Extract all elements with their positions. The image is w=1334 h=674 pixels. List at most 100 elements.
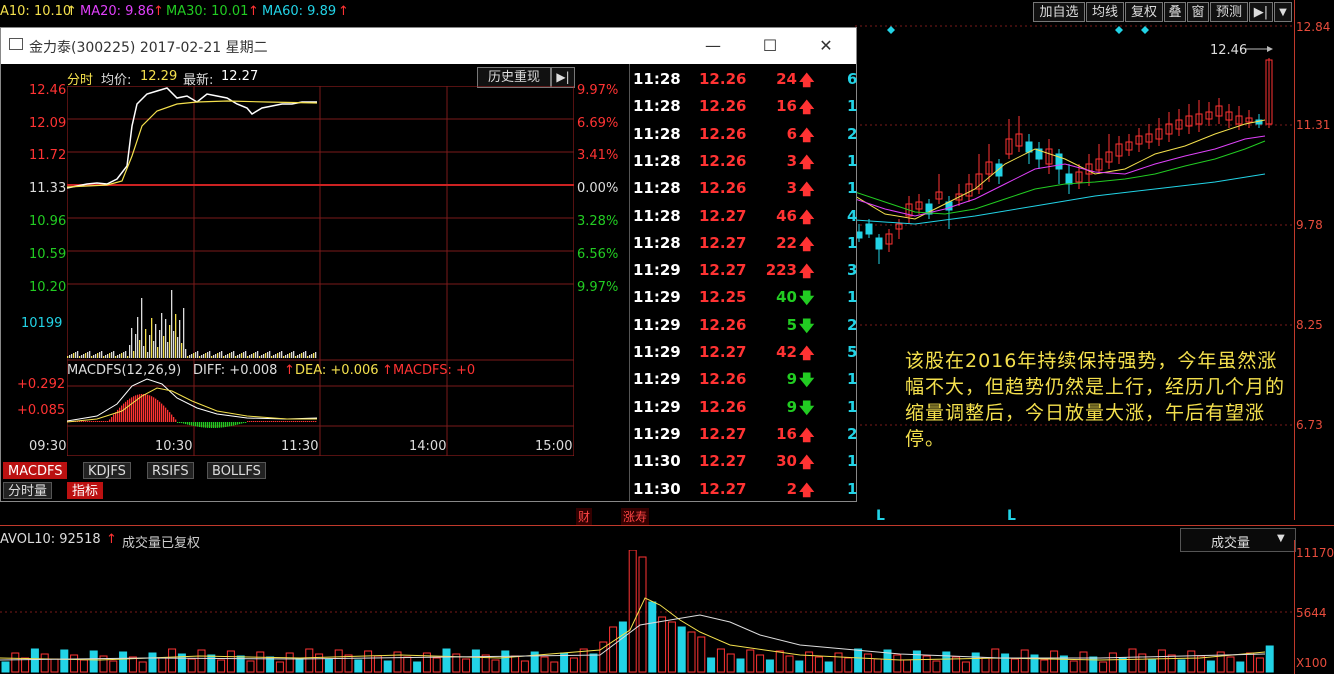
price-label: 10.20 bbox=[29, 280, 67, 295]
intraday-volume-bar bbox=[211, 356, 213, 358]
overlay-button[interactable]: 叠 bbox=[1164, 2, 1186, 22]
intraday-macd-bar bbox=[195, 422, 197, 427]
tick-count: 6 bbox=[847, 70, 858, 88]
l-marker-1[interactable]: L bbox=[876, 508, 885, 524]
tab-kdjfs[interactable]: KDJFS bbox=[83, 462, 131, 479]
intraday-volume-bar bbox=[303, 352, 305, 358]
tab-fenshi-volume[interactable]: 分时量 bbox=[3, 482, 53, 499]
intraday-volume-bar bbox=[105, 355, 107, 358]
intraday-volume-bar bbox=[199, 356, 201, 358]
intraday-macd-bar bbox=[211, 422, 213, 428]
history-replay-button[interactable]: 历史重现 bbox=[477, 67, 551, 88]
tick-row: 11:28 12.26 24 🡅 6 bbox=[633, 66, 859, 93]
maximize-icon[interactable]: ☐ bbox=[755, 34, 785, 58]
volume-bar bbox=[324, 658, 333, 673]
tick-volume: 3 bbox=[786, 151, 797, 170]
candle-body bbox=[875, 237, 883, 250]
tick-row: 11:29 12.26 9 🡇 1 bbox=[633, 366, 859, 393]
intraday-macd-bar bbox=[147, 394, 149, 422]
chevron-down-icon[interactable]: ▼ bbox=[1274, 2, 1292, 22]
limit-marker[interactable]: 涨寿 bbox=[621, 508, 650, 525]
window-button[interactable]: 窗 bbox=[1187, 2, 1209, 22]
arrow-up-icon: 🡅 bbox=[799, 425, 815, 444]
volume-bar bbox=[364, 650, 373, 673]
intraday-volume-bar bbox=[315, 352, 317, 358]
intraday-volume-bar bbox=[137, 317, 139, 358]
intraday-volume-bar bbox=[109, 353, 111, 358]
pct-label: 6.56% bbox=[577, 247, 619, 262]
intraday-volume-bar bbox=[97, 353, 99, 358]
tick-price: 12.27 bbox=[699, 452, 747, 471]
volume-bar bbox=[1177, 659, 1186, 673]
volume-axis-unit: X100 bbox=[1296, 656, 1328, 670]
tick-time: 11:29 bbox=[633, 343, 681, 361]
intraday-macd-bar bbox=[269, 421, 271, 422]
intraday-macd-bar bbox=[305, 421, 307, 422]
intraday-volume-bar bbox=[257, 351, 259, 358]
intraday-macd-bar bbox=[179, 422, 181, 423]
intraday-macd-bar bbox=[207, 422, 209, 428]
intraday-volume-bar bbox=[275, 354, 277, 358]
tab-bollfs[interactable]: BOLLFS bbox=[207, 462, 266, 479]
chevron-down-icon[interactable]: ▼ bbox=[1277, 533, 1285, 544]
volume-bar bbox=[707, 657, 716, 673]
restore-right-button[interactable]: 复权 bbox=[1125, 2, 1163, 22]
intraday-macd-bar bbox=[145, 394, 147, 422]
forecast-button[interactable]: 预测 bbox=[1210, 2, 1248, 22]
skip-end-icon[interactable]: ▶| bbox=[551, 67, 575, 88]
arrow-down-icon: 🡇 bbox=[799, 371, 815, 390]
intraday-macd-bar bbox=[225, 422, 227, 428]
intraday-volume-bar bbox=[253, 353, 255, 358]
tick-row: 11:29 12.25 40 🡇 1 bbox=[633, 284, 859, 311]
volume-bar bbox=[432, 657, 441, 673]
intraday-macd-bar bbox=[107, 421, 109, 422]
intraday-window[interactable]: 金力泰(300225) 2017-02-21 星期二 — ☐ ✕ 分时 均价: … bbox=[0, 27, 857, 502]
ma20-label: MA20: 9.86 bbox=[80, 4, 155, 19]
intraday-volume-bar bbox=[229, 353, 231, 358]
intraday-macd-bar bbox=[243, 422, 245, 424]
volume-bar bbox=[687, 631, 696, 673]
intraday-macd-bar bbox=[155, 398, 157, 422]
intraday-volume-bar bbox=[241, 353, 243, 358]
intraday-macd-bar bbox=[97, 421, 99, 422]
tick-price: 12.26 bbox=[699, 151, 747, 170]
l-marker-2[interactable]: L bbox=[1007, 508, 1016, 524]
volume-bar bbox=[442, 648, 451, 673]
volume-bar bbox=[1001, 653, 1010, 673]
window-titlebar[interactable]: 金力泰(300225) 2017-02-21 星期二 — ☐ ✕ bbox=[1, 28, 856, 64]
volume-bar bbox=[1246, 652, 1255, 673]
volume-selector-label: 成交量 bbox=[1211, 536, 1251, 551]
tick-count: 1 bbox=[847, 97, 858, 116]
intraday-volume-bar bbox=[125, 351, 127, 358]
intraday-macd-bar bbox=[241, 422, 243, 424]
intraday-macd-bar bbox=[187, 422, 189, 425]
ma30-label: MA30: 10.01 bbox=[166, 4, 249, 19]
pct-label: 0.00% bbox=[577, 181, 619, 196]
add-favorite-button[interactable]: 加自选 bbox=[1033, 2, 1085, 22]
intraday-macd-bar bbox=[289, 421, 291, 422]
intraday-volume-bar bbox=[157, 347, 159, 358]
intraday-macd-bar bbox=[83, 421, 85, 422]
volume-bar bbox=[207, 654, 216, 673]
tick-price: 12.27 bbox=[699, 343, 747, 361]
tab-rsifs[interactable]: RSIFS bbox=[147, 462, 194, 479]
close-icon[interactable]: ✕ bbox=[811, 34, 841, 58]
volume-selector[interactable]: 成交量 ▼ bbox=[1180, 528, 1296, 552]
ma-button[interactable]: 均线 bbox=[1086, 2, 1124, 22]
tab-indicator[interactable]: 指标 bbox=[67, 482, 104, 499]
finance-marker[interactable]: 财 bbox=[576, 508, 593, 525]
skip-end-icon[interactable]: ▶| bbox=[1249, 2, 1273, 22]
candle-series bbox=[855, 58, 1273, 264]
intraday-volume-bar bbox=[191, 354, 193, 358]
volume-bar bbox=[1089, 656, 1098, 673]
tick-price: 12.26 bbox=[699, 397, 747, 416]
intraday-volume-bar bbox=[75, 352, 77, 358]
minimize-icon[interactable]: — bbox=[698, 34, 728, 58]
intraday-macd-bar bbox=[149, 395, 151, 422]
axis-label-3: 9.78 bbox=[1296, 218, 1323, 232]
tab-macdfs[interactable]: MACDFS bbox=[3, 462, 68, 479]
intraday-macd-bar bbox=[125, 401, 127, 422]
volume-axis bbox=[1294, 540, 1295, 674]
tick-price: 12.27 bbox=[699, 206, 747, 225]
intraday-volume-bar bbox=[101, 351, 103, 358]
